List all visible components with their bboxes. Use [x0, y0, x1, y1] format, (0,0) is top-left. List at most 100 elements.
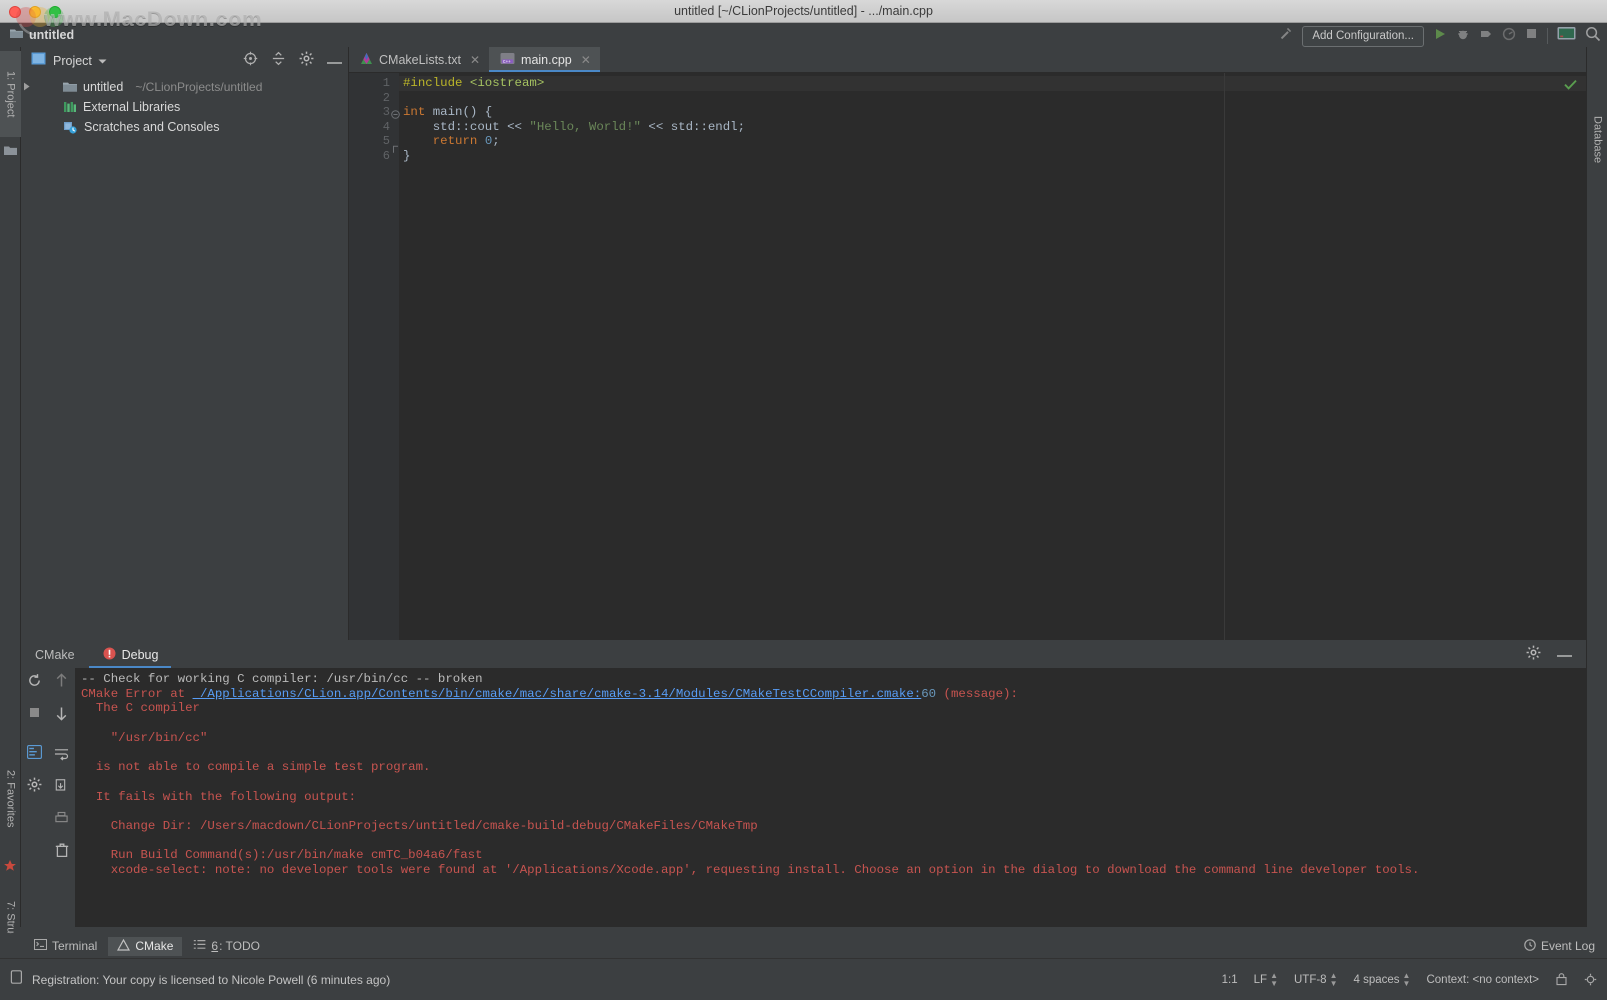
bottom-tab-debug[interactable]: Debug [89, 641, 173, 668]
gear-icon[interactable] [27, 777, 42, 797]
console-file-link[interactable]: /Applications/CLion.app/Contents/bin/cma… [193, 687, 921, 701]
tree-row-untitled[interactable]: untitled ~/CLionProjects/untitled [21, 77, 348, 97]
console-line-number[interactable]: 60 [921, 687, 936, 701]
close-icon[interactable]: ✕ [581, 53, 591, 67]
collapse-all-icon[interactable] [271, 51, 286, 71]
gear-icon[interactable] [299, 51, 314, 71]
project-tree[interactable]: untitled ~/CLionProjects/untitled Extern… [21, 75, 348, 137]
inspection-level-icon[interactable] [1584, 973, 1597, 986]
maximize-window-button[interactable] [49, 6, 61, 18]
ide-status-icon[interactable] [10, 970, 23, 989]
code-editor[interactable]: 1 2 3 4 5 6 #include <iostream> int main… [349, 73, 1586, 640]
trash-icon[interactable] [55, 843, 69, 863]
tree-row-scratches-and-consoles[interactable]: Scratches and Consoles [21, 117, 348, 137]
tab-main-cpp[interactable]: C++ main.cpp ✕ [489, 47, 600, 72]
caret-position[interactable]: 1:1 [1222, 974, 1238, 986]
tab-label: main.cpp [521, 52, 572, 67]
editor-tabbar: CMakeLists.txt ✕ C++ main.cpp ✕ [349, 47, 1586, 73]
code-line: return 0; [403, 134, 1586, 149]
bottom-tool-tab-label: Terminal [52, 939, 98, 953]
run-icon[interactable] [1433, 27, 1447, 46]
add-configuration-button[interactable]: Add Configuration... [1302, 25, 1424, 47]
bottom-panel-body: -- Check for working C compiler: /usr/bi… [21, 668, 1586, 927]
run-with-coverage-icon[interactable] [1479, 27, 1493, 46]
profile-icon[interactable] [1502, 27, 1516, 46]
close-icon[interactable]: ✕ [470, 53, 480, 67]
bottom-tool-tabs: Terminal CMake 6 : TODO Event Log [0, 934, 1607, 958]
chevron-down-icon[interactable] [98, 52, 107, 70]
build-hammer-icon[interactable] [1278, 26, 1293, 46]
code-token: <iostream> [469, 76, 545, 90]
sidebar-item-database[interactable]: Database [1587, 99, 1607, 181]
sidebar-item-project[interactable]: 1: Project [0, 51, 21, 137]
tree-item-label: untitled [83, 80, 124, 94]
toggle-tree-icon[interactable] [27, 745, 42, 764]
console-error-suffix: (message): [936, 686, 1018, 701]
read-only-icon[interactable] [1555, 973, 1568, 986]
scratches-icon [63, 121, 78, 134]
build-console[interactable]: -- Check for working C compiler: /usr/bi… [75, 668, 1586, 927]
scroll-down-icon[interactable] [55, 706, 68, 726]
rerun-icon[interactable] [27, 673, 42, 693]
minimize-window-button[interactable] [29, 6, 41, 18]
traffic-lights[interactable] [9, 6, 61, 18]
hide-icon[interactable] [327, 52, 342, 70]
print-icon[interactable] [54, 811, 69, 830]
terminal-icon[interactable] [1557, 26, 1576, 46]
status-message: Registration: Your copy is licensed to N… [32, 972, 391, 987]
tab-label: CMakeLists.txt [379, 52, 461, 67]
line-number: 2 [382, 90, 390, 105]
tree-item-path: ~/CLionProjects/untitled [135, 80, 263, 94]
star-icon [3, 859, 17, 878]
tree-row-external-libraries[interactable]: External Libraries [21, 97, 348, 117]
search-everywhere-icon[interactable] [1585, 26, 1601, 47]
left-tool-rail: 1: Project 2: Favorites 7: Structure [0, 47, 21, 957]
console-line[interactable]: CMake Error at /Applications/CLion.app/C… [81, 687, 1586, 702]
select-opened-file-icon[interactable] [243, 51, 258, 71]
clion-window: untitled [~/CLionProjects/untitled] - ..… [0, 0, 1607, 1000]
console-line: Run Build Command(s):/usr/bin/make cmTC_… [81, 848, 483, 863]
indent-selector[interactable]: 4 spaces ▲ ▼ [1354, 970, 1411, 988]
context-indicator[interactable]: Context: <no context> [1426, 974, 1539, 986]
sidebar-item-favorites[interactable]: 2: Favorites [0, 747, 21, 851]
export-icon[interactable] [54, 779, 69, 798]
spinner-arrows-icon: ▲ ▼ [1270, 970, 1278, 988]
bottom-tool-tab-terminal[interactable]: Terminal [25, 937, 106, 955]
spinner-arrows-icon: ▲ ▼ [1402, 970, 1411, 988]
cpp-icon: C++ [500, 52, 515, 68]
event-log-icon [1524, 938, 1536, 954]
error-icon [103, 647, 116, 663]
console-line: The C compiler [81, 701, 200, 716]
code-content[interactable]: #include <iostream> int main() { std::co… [399, 73, 1586, 640]
bottom-tab-label: Debug [121, 647, 159, 662]
inspection-ok-icon[interactable] [1564, 77, 1577, 95]
debug-icon[interactable] [1456, 27, 1470, 46]
console-line: xcode-select: note: no developer tools w… [81, 863, 1420, 878]
tree-item-label: Scratches and Consoles [84, 120, 220, 134]
soft-wrap-icon[interactable] [54, 747, 69, 766]
close-window-button[interactable] [9, 6, 21, 18]
code-token: main() { [425, 105, 493, 120]
event-log-button[interactable]: Event Log [1524, 938, 1607, 954]
console-actions-column-left [21, 668, 48, 927]
stop-icon[interactable] [1525, 27, 1538, 45]
stop-icon[interactable] [28, 706, 41, 724]
bottom-tool-tab-cmake[interactable]: CMake [108, 936, 183, 956]
bottom-panel-tabbar: CMake Debug [21, 641, 1586, 668]
expand-arrow-icon[interactable] [23, 80, 31, 94]
bottom-tool-tab-todo[interactable]: 6 : TODO [184, 937, 269, 955]
todo-mnemonic: 6 [211, 939, 219, 953]
tab-cmakelists-txt[interactable]: CMakeLists.txt ✕ [349, 47, 489, 72]
project-tool-window: Project untitled ~/CLionProjects/untitle… [21, 47, 349, 640]
encoding-selector[interactable]: UTF-8 ▲ ▼ [1294, 971, 1338, 988]
hide-icon[interactable] [1557, 645, 1572, 665]
line-separator-selector[interactable]: LF ▲ ▼ [1254, 970, 1278, 988]
scroll-up-icon[interactable] [55, 673, 68, 693]
bottom-tab-cmake[interactable]: CMake [21, 641, 89, 668]
gear-icon[interactable] [1526, 645, 1541, 665]
